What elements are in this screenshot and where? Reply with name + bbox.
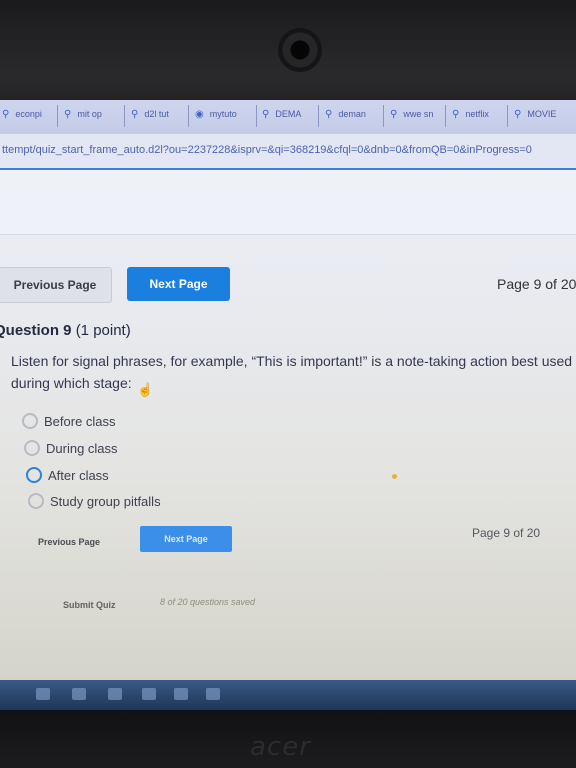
question-text: Listen for signal phrases, for example, …	[11, 353, 573, 391]
page-indicator-bottom: Page 9 of 20	[472, 526, 541, 540]
bookmark-separator	[445, 105, 446, 127]
brand-logo: acer	[250, 732, 311, 762]
bookmark-econpi[interactable]: ⚲ econpi	[2, 109, 42, 120]
search-icon: ⚲	[2, 109, 10, 120]
taskbar-app-icon[interactable]	[174, 688, 188, 700]
next-page-button-bottom[interactable]: Next Page	[140, 526, 232, 552]
bookmark-separator	[383, 105, 384, 127]
question-number: Question 9	[0, 322, 72, 339]
screen-speck	[392, 474, 397, 479]
bookmark-netflix[interactable]: ⚲ netflix	[452, 109, 489, 120]
bookmark-mit-op[interactable]: ⚲ mit op	[64, 109, 102, 120]
bookmark-separator	[318, 105, 319, 127]
question-points: (1 point)	[75, 322, 131, 339]
taskbar-app-icon[interactable]	[108, 688, 122, 700]
bookmarks-bar: ⚲ econpi ⚲ mit op ⚲ d2l tut ◉ mytuto ⚲ DEMA ⚲…	[0, 100, 576, 134]
submit-quiz-button[interactable]: Submit Quiz	[63, 600, 116, 610]
page-indicator: Page 9 of 20	[497, 276, 576, 292]
search-icon: ⚲	[262, 109, 270, 120]
taskbar-app-icon[interactable]	[36, 688, 50, 700]
radio-button[interactable]	[24, 440, 40, 456]
question-title: Question 9 (1 point)	[0, 322, 131, 339]
bookmark-separator	[256, 105, 257, 127]
taskbar-app-icon[interactable]	[72, 688, 86, 700]
radio-button-selected[interactable]	[26, 467, 42, 483]
bookmark-wwe-sn[interactable]: ⚲ wwe sn	[390, 109, 433, 120]
search-icon: ⚲	[325, 109, 333, 120]
url-text: ttempt/quiz_start_frame_auto.d2l?ou=2237…	[2, 144, 532, 156]
taskbar-app-icon[interactable]	[206, 688, 220, 700]
bookmark-deman[interactable]: ⚲ deman	[325, 109, 366, 120]
search-icon: ⚲	[390, 109, 398, 120]
taskbar-app-icon[interactable]	[142, 688, 156, 700]
saved-status: 8 of 20 questions saved	[160, 597, 256, 607]
previous-page-button[interactable]: Previous Page	[0, 267, 112, 303]
radio-button[interactable]	[28, 493, 44, 509]
search-icon: ⚲	[514, 109, 522, 120]
radio-button[interactable]	[22, 413, 38, 429]
app-icon: ◉	[195, 109, 204, 120]
search-icon: ⚲	[452, 109, 460, 120]
quiz-header-strip	[0, 170, 576, 235]
screen: ⚲ econpi ⚲ mit op ⚲ d2l tut ◉ mytuto ⚲ DEMA ⚲…	[0, 100, 576, 710]
search-icon: ⚲	[64, 109, 72, 120]
bookmark-separator	[507, 105, 508, 127]
mouse-pointer-icon: ☝	[137, 382, 154, 397]
bookmark-separator	[57, 105, 58, 127]
monitor-bezel-top	[0, 0, 576, 108]
bookmark-separator	[188, 105, 189, 127]
bookmark-separator	[124, 105, 125, 127]
search-icon: ⚲	[131, 109, 139, 120]
bookmark-mytuto[interactable]: ◉ mytuto	[195, 109, 237, 120]
next-page-button[interactable]: Next Page	[127, 267, 230, 301]
bookmark-movie[interactable]: ⚲ MOVIE	[514, 109, 556, 120]
address-bar[interactable]: ttempt/quiz_start_frame_auto.d2l?ou=2237…	[0, 134, 576, 171]
bookmark-d2l-tut[interactable]: ⚲ d2l tut	[131, 109, 169, 120]
bookmark-dema[interactable]: ⚲ DEMA	[262, 109, 301, 120]
previous-page-button-bottom[interactable]: Previous Page	[38, 537, 100, 547]
taskbar	[0, 680, 576, 710]
webcam	[278, 28, 322, 72]
